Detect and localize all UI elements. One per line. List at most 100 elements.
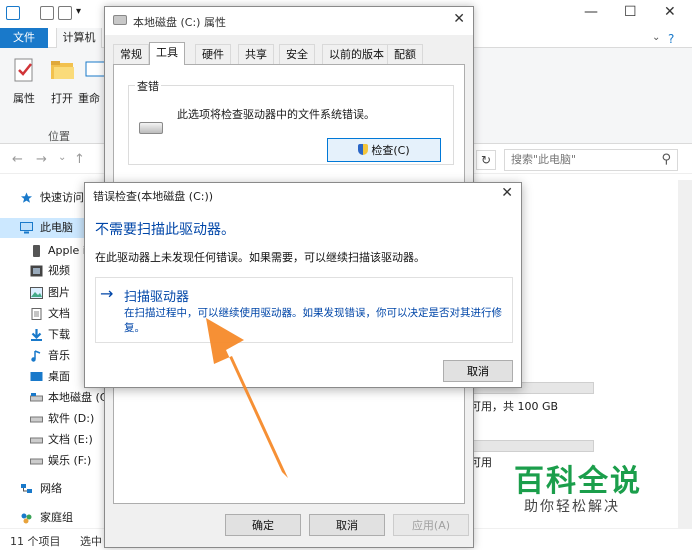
tab-previous-versions[interactable]: 以前的版本 [322, 44, 391, 64]
nav-label: 软件 (D:) [48, 412, 95, 425]
documents-icon [31, 308, 42, 320]
music-icon [31, 350, 41, 362]
search-box[interactable]: ⚲ [504, 149, 678, 171]
pictures-icon [30, 287, 43, 299]
properties-titlebar: 本地磁盘 (C:) 属性 ✕ [105, 7, 473, 35]
cancel-button[interactable]: 取消 [443, 360, 513, 382]
properties-button[interactable]: 属性 [4, 56, 44, 106]
check-button-label: 检查(C) [371, 144, 410, 157]
dialog-heading: 不需要扫描此驱动器。 [95, 222, 235, 238]
search-icon[interactable]: ⚲ [661, 152, 671, 167]
chevron-down-icon[interactable]: ▾ [76, 6, 81, 17]
dialog-description: 在此驱动器上未发现任何错误。如果需要，可以继续扫描该驱动器。 [95, 251, 425, 264]
tab-hardware[interactable]: 硬件 [195, 44, 231, 64]
video-icon [30, 265, 43, 277]
close-icon[interactable]: ✕ [453, 11, 465, 27]
nav-label: 文档 (E:) [48, 433, 93, 446]
network-icon [21, 484, 32, 493]
arrow-right-icon: → [100, 284, 114, 303]
scan-drive-description: 在扫描过程中，可以继续使用驱动器。如果发现错误，你可以决定是否对其进行修复。 [124, 307, 502, 334]
refresh-button[interactable]: ↻ [476, 150, 496, 170]
nav-item-drive-e[interactable]: 文档 (E:) [0, 430, 104, 450]
tab-computer[interactable]: 计算机 [56, 28, 102, 48]
tab-sharing[interactable]: 共享 [238, 44, 274, 64]
nav-label: 此电脑 [40, 221, 73, 234]
new-folder-icon[interactable] [58, 6, 72, 20]
open-label: 打开 [51, 92, 73, 105]
selection-status: 选中 [80, 535, 102, 548]
drive-icon [30, 393, 43, 402]
open-folder-icon [48, 56, 76, 84]
dialog-title: 错误检查(本地磁盘 (C:)) [93, 190, 214, 203]
nav-item-drive-f[interactable]: 娱乐 (F:) [0, 451, 104, 471]
ok-button[interactable]: 确定 [225, 514, 301, 536]
star-icon [21, 192, 32, 203]
scan-drive-option[interactable]: → 扫描驱动器 在扫描过程中，可以继续使用驱动器。如果发现错误，你可以决定是否对… [95, 277, 513, 343]
tab-general[interactable]: 常规 [113, 44, 149, 64]
help-icon[interactable]: ? [668, 32, 674, 46]
hard-drive-icon [139, 122, 163, 134]
properties-icon [10, 56, 38, 84]
group-label: 查错 [135, 78, 161, 94]
rename-label: 重命 [78, 92, 100, 105]
scrollbar[interactable] [678, 180, 692, 528]
forward-arrow-icon[interactable]: → [36, 152, 47, 167]
error-checking-dialog: 错误检查(本地磁盘 (C:)) ✕ 不需要扫描此驱动器。 在此驱动器上未发现任何… [84, 182, 522, 388]
uac-shield-icon [358, 144, 369, 155]
drive-free-text: 可用，共 100 GB [470, 400, 559, 413]
open-button[interactable]: 打开 [42, 56, 82, 106]
chevron-down-icon[interactable]: ⌄ [652, 32, 660, 43]
minimize-icon[interactable]: — [584, 4, 598, 20]
nav-label: 视频 [48, 264, 70, 277]
watermark-title: 百科全说 [514, 464, 642, 499]
search-input[interactable] [511, 153, 651, 166]
maximize-icon[interactable]: ☐ [624, 4, 637, 20]
close-icon[interactable]: ✕ [664, 4, 676, 20]
nav-label: 快速访问 [40, 191, 84, 204]
scan-drive-title: 扫描驱动器 [124, 290, 190, 305]
apply-button[interactable]: 应用(A) [393, 514, 469, 536]
nav-label: 桌面 [48, 370, 70, 383]
rename-icon [84, 56, 106, 84]
download-icon [31, 329, 42, 341]
properties-title: 本地磁盘 (C:) 属性 [133, 16, 226, 29]
nav-item-drive-c[interactable]: 本地磁盘 (C:) [0, 388, 115, 408]
recent-chevron-icon[interactable]: ⌄ [58, 152, 66, 163]
nav-item-homegroup[interactable]: 家庭组 [0, 508, 104, 528]
watermark-subtitle: 助你轻松解决 [524, 499, 620, 515]
nav-label: 文档 [48, 307, 70, 320]
homegroup-icon [21, 513, 32, 524]
check-button[interactable]: 检查(C) [327, 138, 441, 162]
checkbox-properties-icon[interactable] [40, 6, 54, 20]
nav-label: 图片 [48, 286, 70, 299]
pc-icon [20, 222, 33, 234]
drive-icon [30, 416, 43, 423]
up-arrow-icon[interactable]: ↑ [74, 152, 85, 167]
properties-label: 属性 [13, 92, 35, 105]
close-icon[interactable]: ✕ [501, 185, 513, 201]
nav-label: 音乐 [48, 349, 70, 362]
item-count: 11 个项目 [10, 535, 61, 548]
nav-item-network[interactable]: 网络 [0, 479, 104, 499]
nav-label: 家庭组 [40, 511, 73, 524]
group-description: 此选项将检查驱动器中的文件系统错误。 [177, 108, 375, 121]
error-checking-group: 查错 此选项将检查驱动器中的文件系统错误。 检查(C) [128, 78, 454, 165]
refresh-icon: ↻ [480, 153, 492, 167]
tab-file[interactable]: 文件 [0, 28, 48, 48]
tab-quota[interactable]: 配额 [387, 44, 423, 64]
desktop-icon [30, 372, 43, 381]
tab-security[interactable]: 安全 [279, 44, 315, 64]
cancel-button[interactable]: 取消 [309, 514, 385, 536]
drive-usage-bar [470, 440, 594, 452]
drive-icon [113, 15, 127, 25]
drive-icon [30, 437, 43, 444]
drive-icon [30, 458, 43, 465]
nav-label: 娱乐 (F:) [48, 454, 92, 467]
phone-icon [33, 245, 40, 257]
ribbon-group-location: 位置 [48, 130, 70, 143]
back-arrow-icon[interactable]: ← [12, 152, 23, 167]
rename-button[interactable]: 重命 [78, 56, 106, 106]
tab-tools[interactable]: 工具 [149, 42, 185, 65]
nav-item-drive-d[interactable]: 软件 (D:) [0, 409, 104, 429]
nav-label: 网络 [40, 482, 62, 495]
